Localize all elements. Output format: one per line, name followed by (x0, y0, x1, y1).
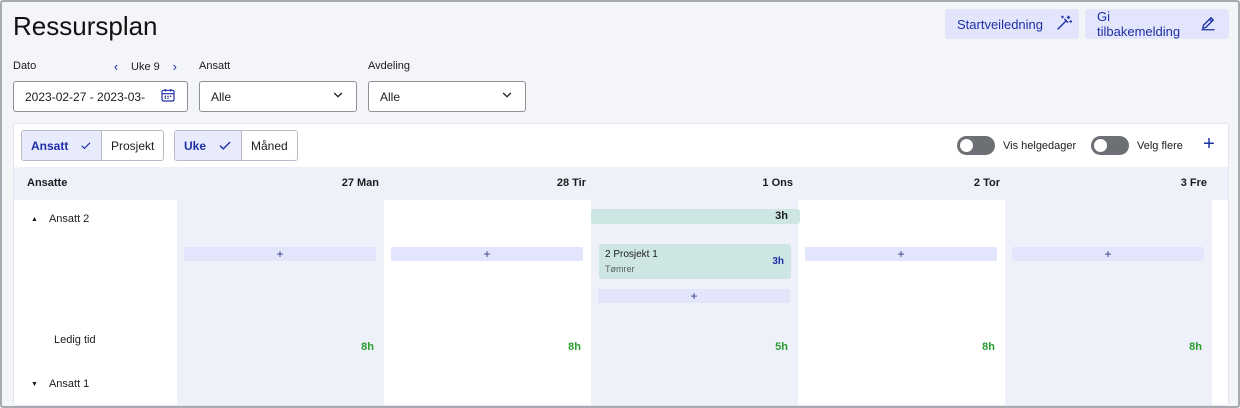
chevron-down-icon (500, 88, 514, 105)
free-time-label: Ledig tid (54, 334, 96, 346)
free-hours-value: 5h (775, 341, 788, 353)
add-booking-button[interactable]: + (391, 247, 583, 261)
day-total-bar: 3h (591, 209, 800, 224)
day-header: 27 Man (341, 177, 379, 189)
pencil-icon (1199, 14, 1217, 35)
expand-triangle-icon[interactable]: ▼ (31, 381, 38, 388)
employee-select[interactable]: Alle (199, 81, 357, 112)
task-hours: 3h (772, 256, 784, 267)
start-guide-button[interactable]: Startveiledning (945, 9, 1079, 39)
select-multiple-toggle[interactable] (1091, 136, 1129, 155)
employees-column-header: Ansatte (27, 177, 68, 189)
add-plus-icon[interactable]: + (1201, 134, 1217, 154)
view-option-employee-label: Ansatt (31, 138, 69, 153)
day-header: 1 Ons (762, 177, 793, 189)
day-column-fri: + 8h (1005, 200, 1212, 405)
task-card[interactable]: 2 Prosjekt 1 Tømrer 3h (599, 244, 791, 279)
day-column-tue: + 8h (384, 200, 591, 405)
free-hours-value: 8h (982, 341, 995, 353)
give-feedback-button[interactable]: Gi tilbakemelding (1085, 9, 1229, 39)
department-select[interactable]: Alle (368, 81, 526, 112)
employee-name: Ansatt 1 (48, 378, 90, 390)
check-icon (219, 141, 231, 150)
week-navigator: ‹ Uke 9 › (110, 59, 181, 74)
employee-name: Ansatt 2 (48, 213, 90, 225)
chevron-down-icon (331, 88, 345, 105)
period-option-month-label: Måned (251, 138, 288, 153)
planner-panel: Ansatt Prosjekt Uke Måned Vis helgedager… (13, 123, 1229, 406)
page-title: Ressursplan (13, 11, 158, 41)
date-range-field[interactable]: 2023-02-27 - 2023-03- (13, 81, 188, 112)
add-booking-button[interactable]: + (1012, 247, 1204, 261)
free-hours-value: 8h (568, 341, 581, 353)
grid-header: Ansatte 27 Man 28 Tir 1 Ons 2 Tor 3 Fre (14, 167, 1228, 200)
add-booking-button[interactable]: + (598, 289, 790, 303)
task-project: 2 Prosjekt 1 (605, 249, 658, 260)
day-column-wed: 3h 2 Prosjekt 1 Tømrer 3h + 5h (591, 200, 800, 405)
free-hours-value: 8h (361, 341, 374, 353)
day-header: 28 Tir (556, 177, 586, 189)
day-header: 3 Fre (1180, 177, 1207, 189)
prev-week-chevron-icon[interactable]: ‹ (110, 59, 122, 74)
select-multiple-label: Velg flere (1137, 139, 1183, 152)
date-range-value: 2023-02-27 - 2023-03- (25, 89, 146, 104)
day-column-mon: + 8h (177, 200, 384, 405)
view-mode-toggle: Ansatt Prosjekt (21, 130, 165, 161)
day-column-thu: + 8h (798, 200, 1005, 405)
view-option-project-label: Prosjekt (111, 138, 155, 153)
day-header: 2 Tor (973, 177, 1000, 189)
app-window: Ressursplan Startveiledning Gi tilbakeme… (0, 0, 1240, 408)
give-feedback-label: Gi tilbakemelding (1097, 9, 1181, 39)
select-multiple-toggle-group: Velg flere (1091, 136, 1183, 155)
collapse-triangle-icon[interactable]: ▲ (31, 216, 38, 223)
view-option-employee[interactable]: Ansatt (22, 131, 101, 160)
week-label: Uke 9 (131, 60, 160, 73)
view-option-project[interactable]: Prosjekt (101, 131, 163, 160)
next-week-chevron-icon[interactable]: › (169, 59, 181, 74)
period-option-month[interactable]: Måned (241, 131, 297, 160)
department-filter-label: Avdeling (368, 60, 410, 72)
employee-row-ansatt-2[interactable]: ▲ Ansatt 2 (31, 213, 89, 225)
check-icon (81, 142, 91, 149)
toggle-knob (960, 139, 973, 152)
add-booking-button[interactable]: + (805, 247, 997, 261)
period-toggle: Uke Måned (174, 130, 298, 161)
department-select-value: Alle (380, 89, 401, 104)
calendar-icon[interactable] (160, 87, 176, 106)
magic-wand-icon (1055, 14, 1073, 35)
add-booking-button[interactable]: + (184, 247, 376, 261)
show-weekends-toggle[interactable] (957, 136, 995, 155)
show-weekends-label: Vis helgedager (1003, 139, 1077, 152)
period-option-week-label: Uke (184, 138, 207, 153)
free-hours-value: 8h (1189, 341, 1202, 353)
toggle-knob (1094, 139, 1107, 152)
period-option-week[interactable]: Uke (175, 131, 242, 160)
start-guide-label: Startveiledning (957, 16, 1043, 32)
employee-row-ansatt-1[interactable]: ▼ Ansatt 1 (31, 378, 89, 390)
date-label: Dato (13, 60, 37, 72)
employee-filter-label: Ansatt (199, 60, 231, 72)
show-weekends-toggle-group: Vis helgedager (957, 136, 1076, 155)
task-role: Tømrer (605, 264, 635, 274)
employee-select-value: Alle (211, 89, 232, 104)
